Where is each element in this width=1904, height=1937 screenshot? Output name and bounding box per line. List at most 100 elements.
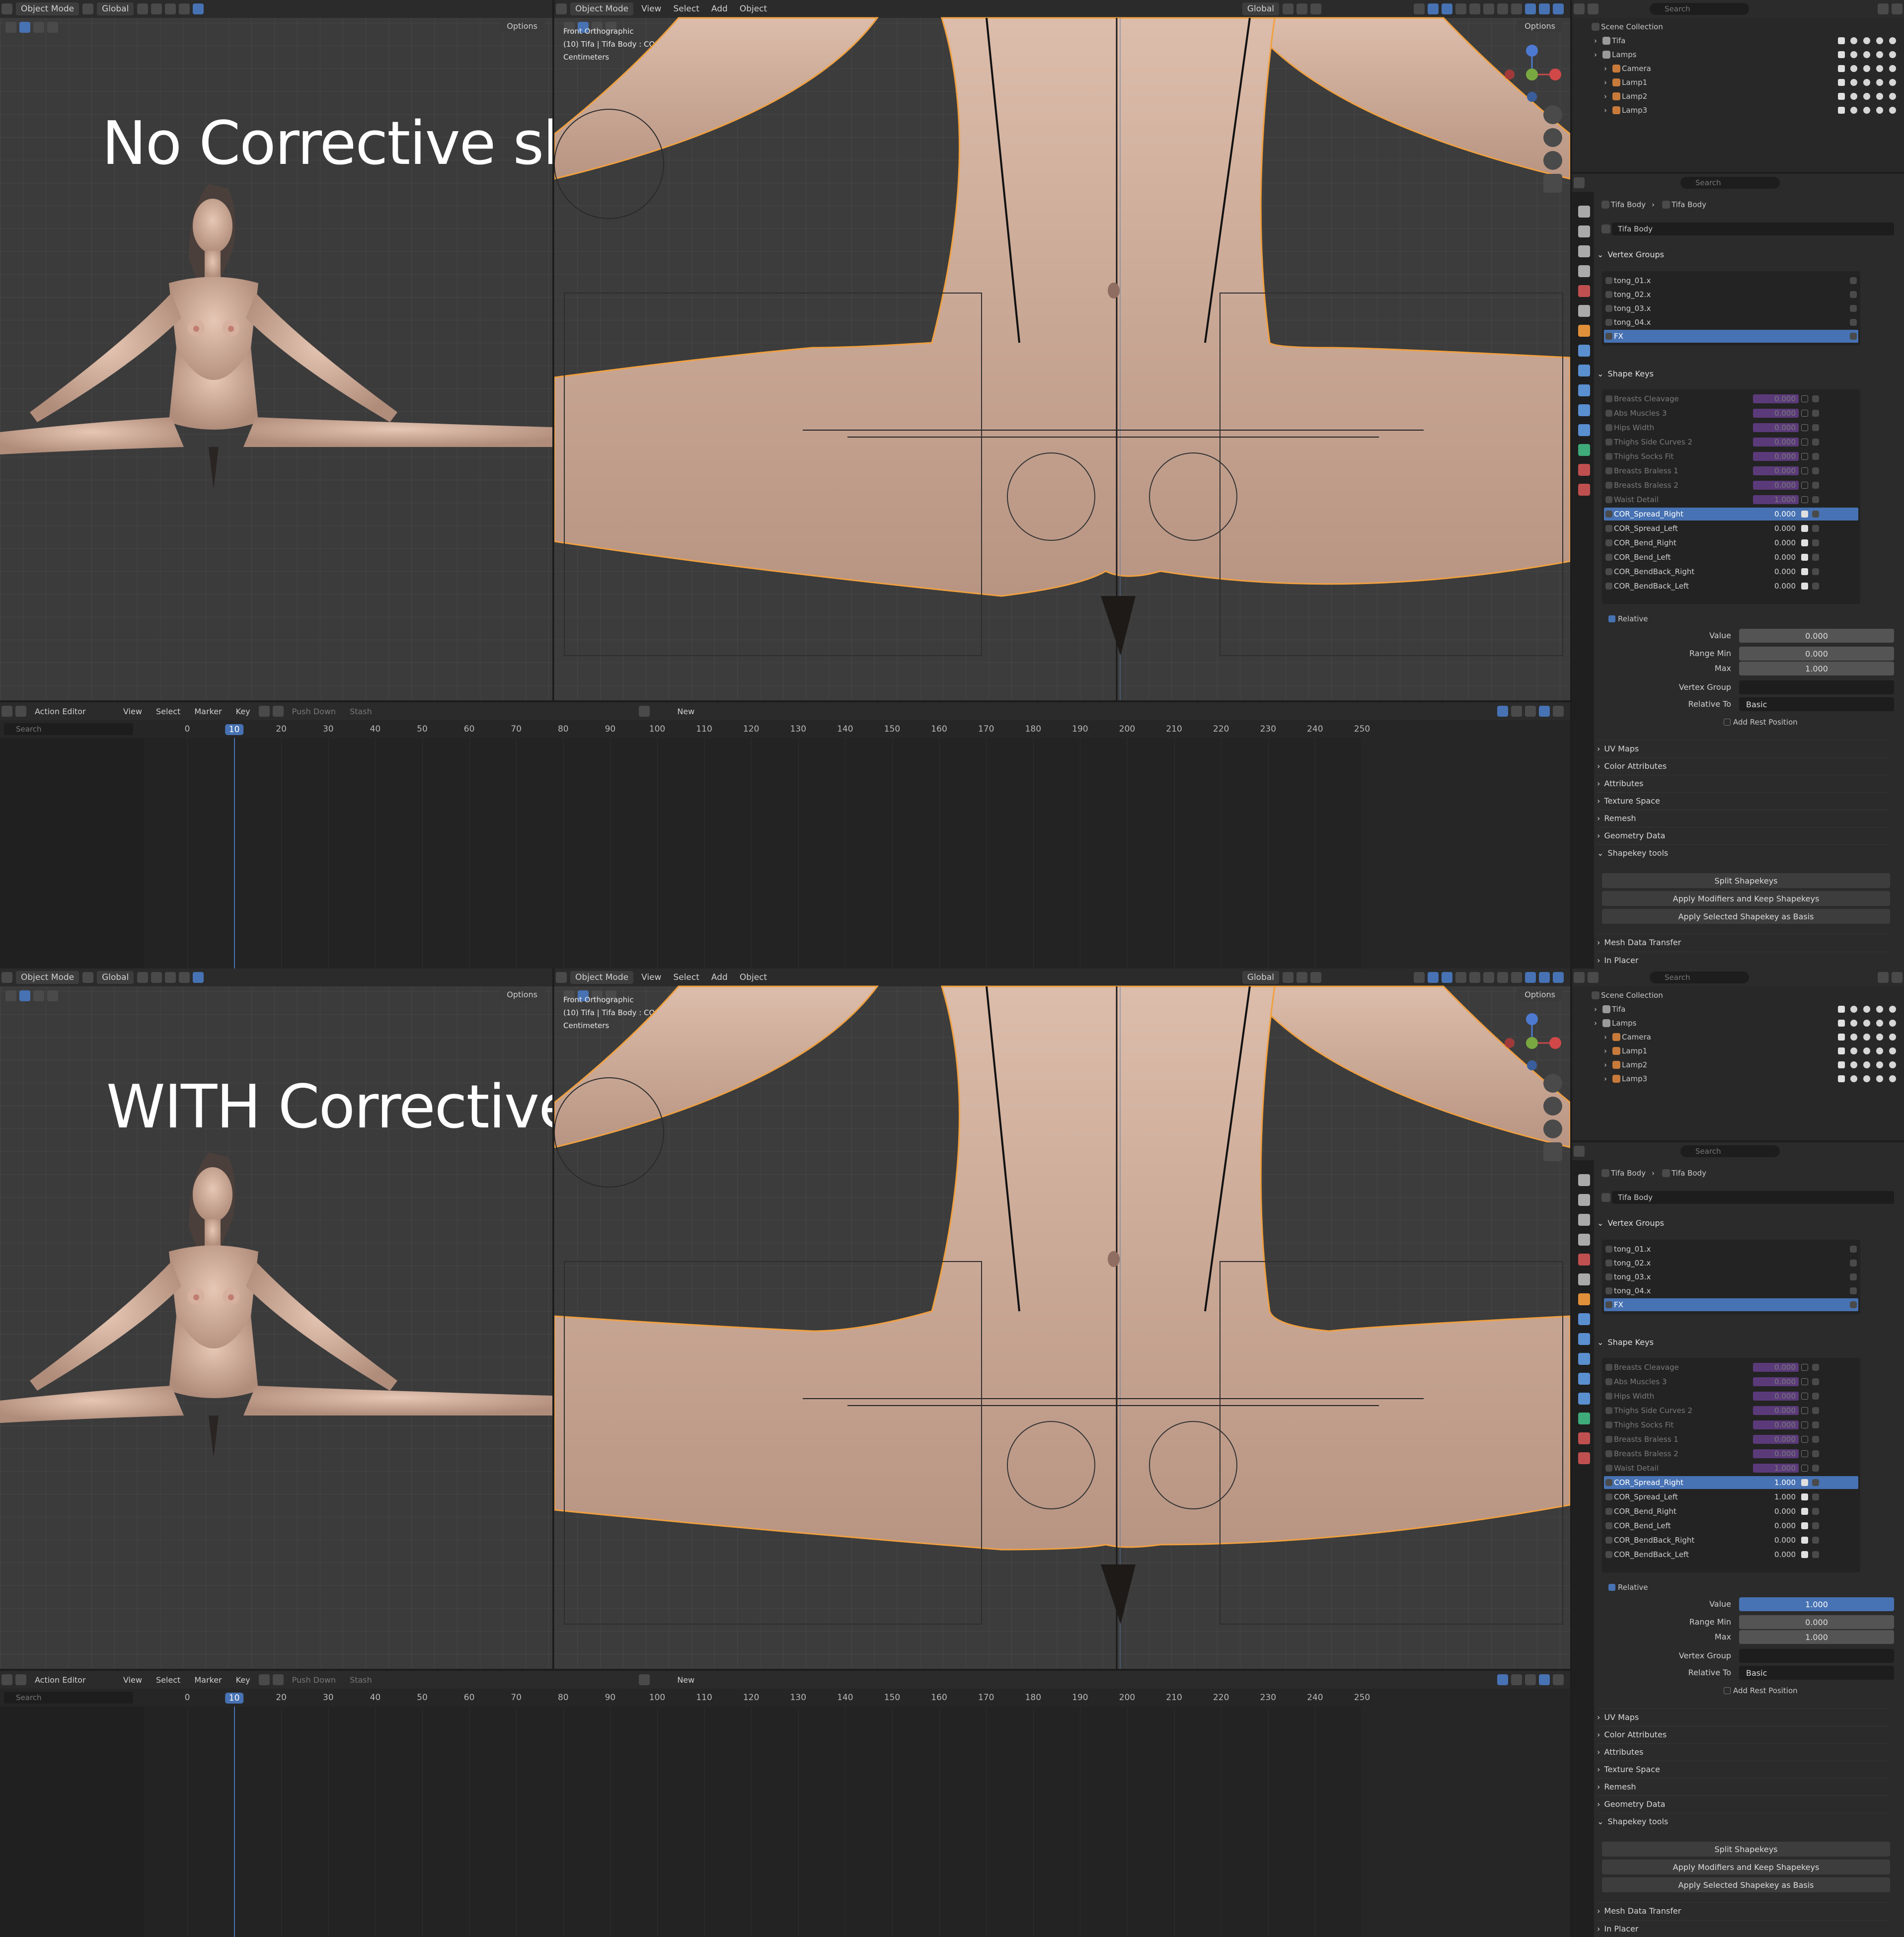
modifiers-tab-icon[interactable] [1578,1313,1590,1325]
selectable-icon[interactable] [1850,1006,1857,1013]
zoom-icon[interactable] [1543,105,1562,124]
scene-tab-icon[interactable] [1578,1254,1590,1266]
shape-key-item[interactable]: Breasts Braless 2 0.000 [1604,1447,1858,1460]
frame-ruler[interactable]: Search 0 10 20 30 40 50 60 70 80 90 100 110 120 130 14… [0,1689,1570,1707]
lock-icon[interactable] [1812,568,1819,575]
mesh-icon[interactable] [1601,224,1610,233]
shape-key-value[interactable]: 0.000 [1753,1435,1799,1444]
ortho-grid-icon[interactable] [1543,1142,1562,1161]
vertex-group-item[interactable]: tong_01.x [1604,1243,1858,1256]
shape-key-value[interactable]: 0.000 [1753,553,1799,562]
texture-tab-icon[interactable] [1578,484,1590,496]
relative-to-field[interactable]: Basic [1739,1666,1894,1680]
viewport-monitor-icon[interactable] [1876,65,1883,72]
collapsed-section[interactable]: › Remesh [1597,810,1889,826]
shape-key-item[interactable]: COR_Bend_Left 0.000 [1604,551,1858,564]
lock-icon[interactable] [1812,511,1819,518]
lock-icon[interactable] [1850,1301,1857,1308]
eye-icon[interactable] [1863,1075,1870,1082]
lock-icon[interactable] [1812,1508,1819,1515]
lock-icon[interactable] [1812,395,1819,402]
exclude-checkbox-icon[interactable] [1838,1061,1845,1068]
constraints-tab-icon[interactable] [1578,404,1590,416]
shape-key-value[interactable]: 0.000 [1753,582,1799,591]
output-tab-icon[interactable] [1578,1214,1590,1226]
viewport-monitor-icon[interactable] [1876,1047,1883,1054]
material-tab-icon[interactable] [1578,464,1590,476]
lock-icon[interactable] [1812,453,1819,460]
object-tab-icon[interactable] [1578,325,1590,337]
shape-key-item[interactable]: COR_Spread_Right 1.000 [1604,1476,1858,1489]
stash-button[interactable]: Stash [343,1675,379,1685]
collapsed-section[interactable]: › Color Attributes [1597,1726,1889,1742]
selectable-icon[interactable] [1850,1061,1857,1068]
mute-checkbox-icon[interactable] [1801,439,1808,446]
shape-key-item[interactable]: COR_BendBack_Left 0.000 [1604,580,1858,593]
filter-icon[interactable] [1878,972,1889,983]
render-camera-icon[interactable] [1889,1020,1896,1027]
mute-checkbox-icon[interactable] [1801,453,1808,460]
view-layer-tab-icon[interactable] [1578,265,1590,277]
mute-checkbox-icon[interactable] [1801,1421,1808,1428]
outliner-item[interactable]: › Tifa [1572,34,1904,48]
current-frame-line[interactable] [233,738,235,968]
channel-region[interactable] [0,738,144,968]
render-camera-icon[interactable] [1889,65,1896,72]
lock-icon[interactable] [1812,1407,1819,1414]
collapsed-section[interactable]: › Remesh [1597,1778,1889,1794]
mute-checkbox-icon[interactable] [1801,583,1808,590]
outliner[interactable]: Search Scene Collection › Tifa › Lamps › Came… [1572,0,1904,172]
selectable-icon[interactable] [1850,37,1857,44]
max-field[interactable]: 1.000 [1739,1630,1894,1644]
new-collection-icon[interactable] [1892,972,1903,983]
lock-icon[interactable] [1812,1465,1819,1472]
lock-icon[interactable] [1812,1522,1819,1529]
eye-icon[interactable] [1863,1047,1870,1054]
render-camera-icon[interactable] [1889,1006,1896,1013]
up-arrow-icon[interactable] [272,1674,284,1685]
exclude-checkbox-icon[interactable] [1838,37,1845,44]
mute-checkbox-icon[interactable] [1801,1378,1808,1385]
scene-collection-row[interactable]: Scene Collection [1572,20,1904,34]
mesh-name-field[interactable]: Tifa Body [1612,223,1894,235]
eye-icon[interactable] [1863,37,1870,44]
display-mode-icon[interactable] [1588,3,1599,14]
left-viewport[interactable]: Object Mode Global Options No Corrective… [0,0,552,700]
lock-icon[interactable] [1812,554,1819,561]
stash-button[interactable]: Stash [343,707,379,716]
mute-checkbox-icon[interactable] [1801,1393,1808,1400]
shape-key-item[interactable]: Thighs Socks Fit 0.000 [1604,450,1858,463]
show-errors-icon[interactable] [1511,1674,1522,1685]
shape-key-value[interactable]: 0.000 [1753,1449,1799,1458]
new-action-button[interactable]: New [651,1675,721,1685]
lock-icon[interactable] [1812,1364,1819,1371]
shape-key-value[interactable]: 0.000 [1753,1377,1799,1386]
shape-key-item[interactable]: Hips Width 0.000 [1604,421,1858,434]
selectable-icon[interactable] [1850,1034,1857,1041]
properties-search-input[interactable]: Search [1680,177,1780,189]
expand-chevron-icon[interactable]: › [1604,92,1611,101]
render-tab-icon[interactable] [1578,225,1590,237]
filter-icon[interactable] [1525,706,1536,717]
collapsed-section[interactable]: › Color Attributes [1597,757,1889,774]
viewport-monitor-icon[interactable] [1876,51,1883,58]
lock-icon[interactable] [1850,1287,1857,1294]
object-data-tab-icon[interactable] [1578,424,1590,436]
exclude-checkbox-icon[interactable] [1838,1075,1845,1082]
shape-value-slider[interactable]: 1.000 [1739,1597,1894,1611]
outliner-search-input[interactable]: Search [1650,3,1749,15]
shape-key-item[interactable]: COR_Bend_Right 0.000 [1604,1505,1858,1518]
outliner-item[interactable]: › Lamp3 [1572,103,1904,117]
lock-icon[interactable] [1812,1421,1819,1428]
render-camera-icon[interactable] [1889,1061,1896,1068]
mute-checkbox-icon[interactable] [1801,1551,1808,1558]
proportional-edit-icon[interactable] [1553,706,1564,717]
viewport-monitor-icon[interactable] [1876,1075,1883,1082]
push-down-button[interactable]: Push Down [285,707,343,716]
output-tab-icon[interactable] [1578,245,1590,257]
mesh-name-field[interactable]: Tifa Body [1612,1191,1894,1204]
mesh-data-tab-icon[interactable] [1578,444,1590,456]
down-arrow-icon[interactable] [258,706,270,717]
camera-view-icon[interactable] [1543,151,1562,170]
editor-type-icon[interactable] [1574,177,1585,188]
